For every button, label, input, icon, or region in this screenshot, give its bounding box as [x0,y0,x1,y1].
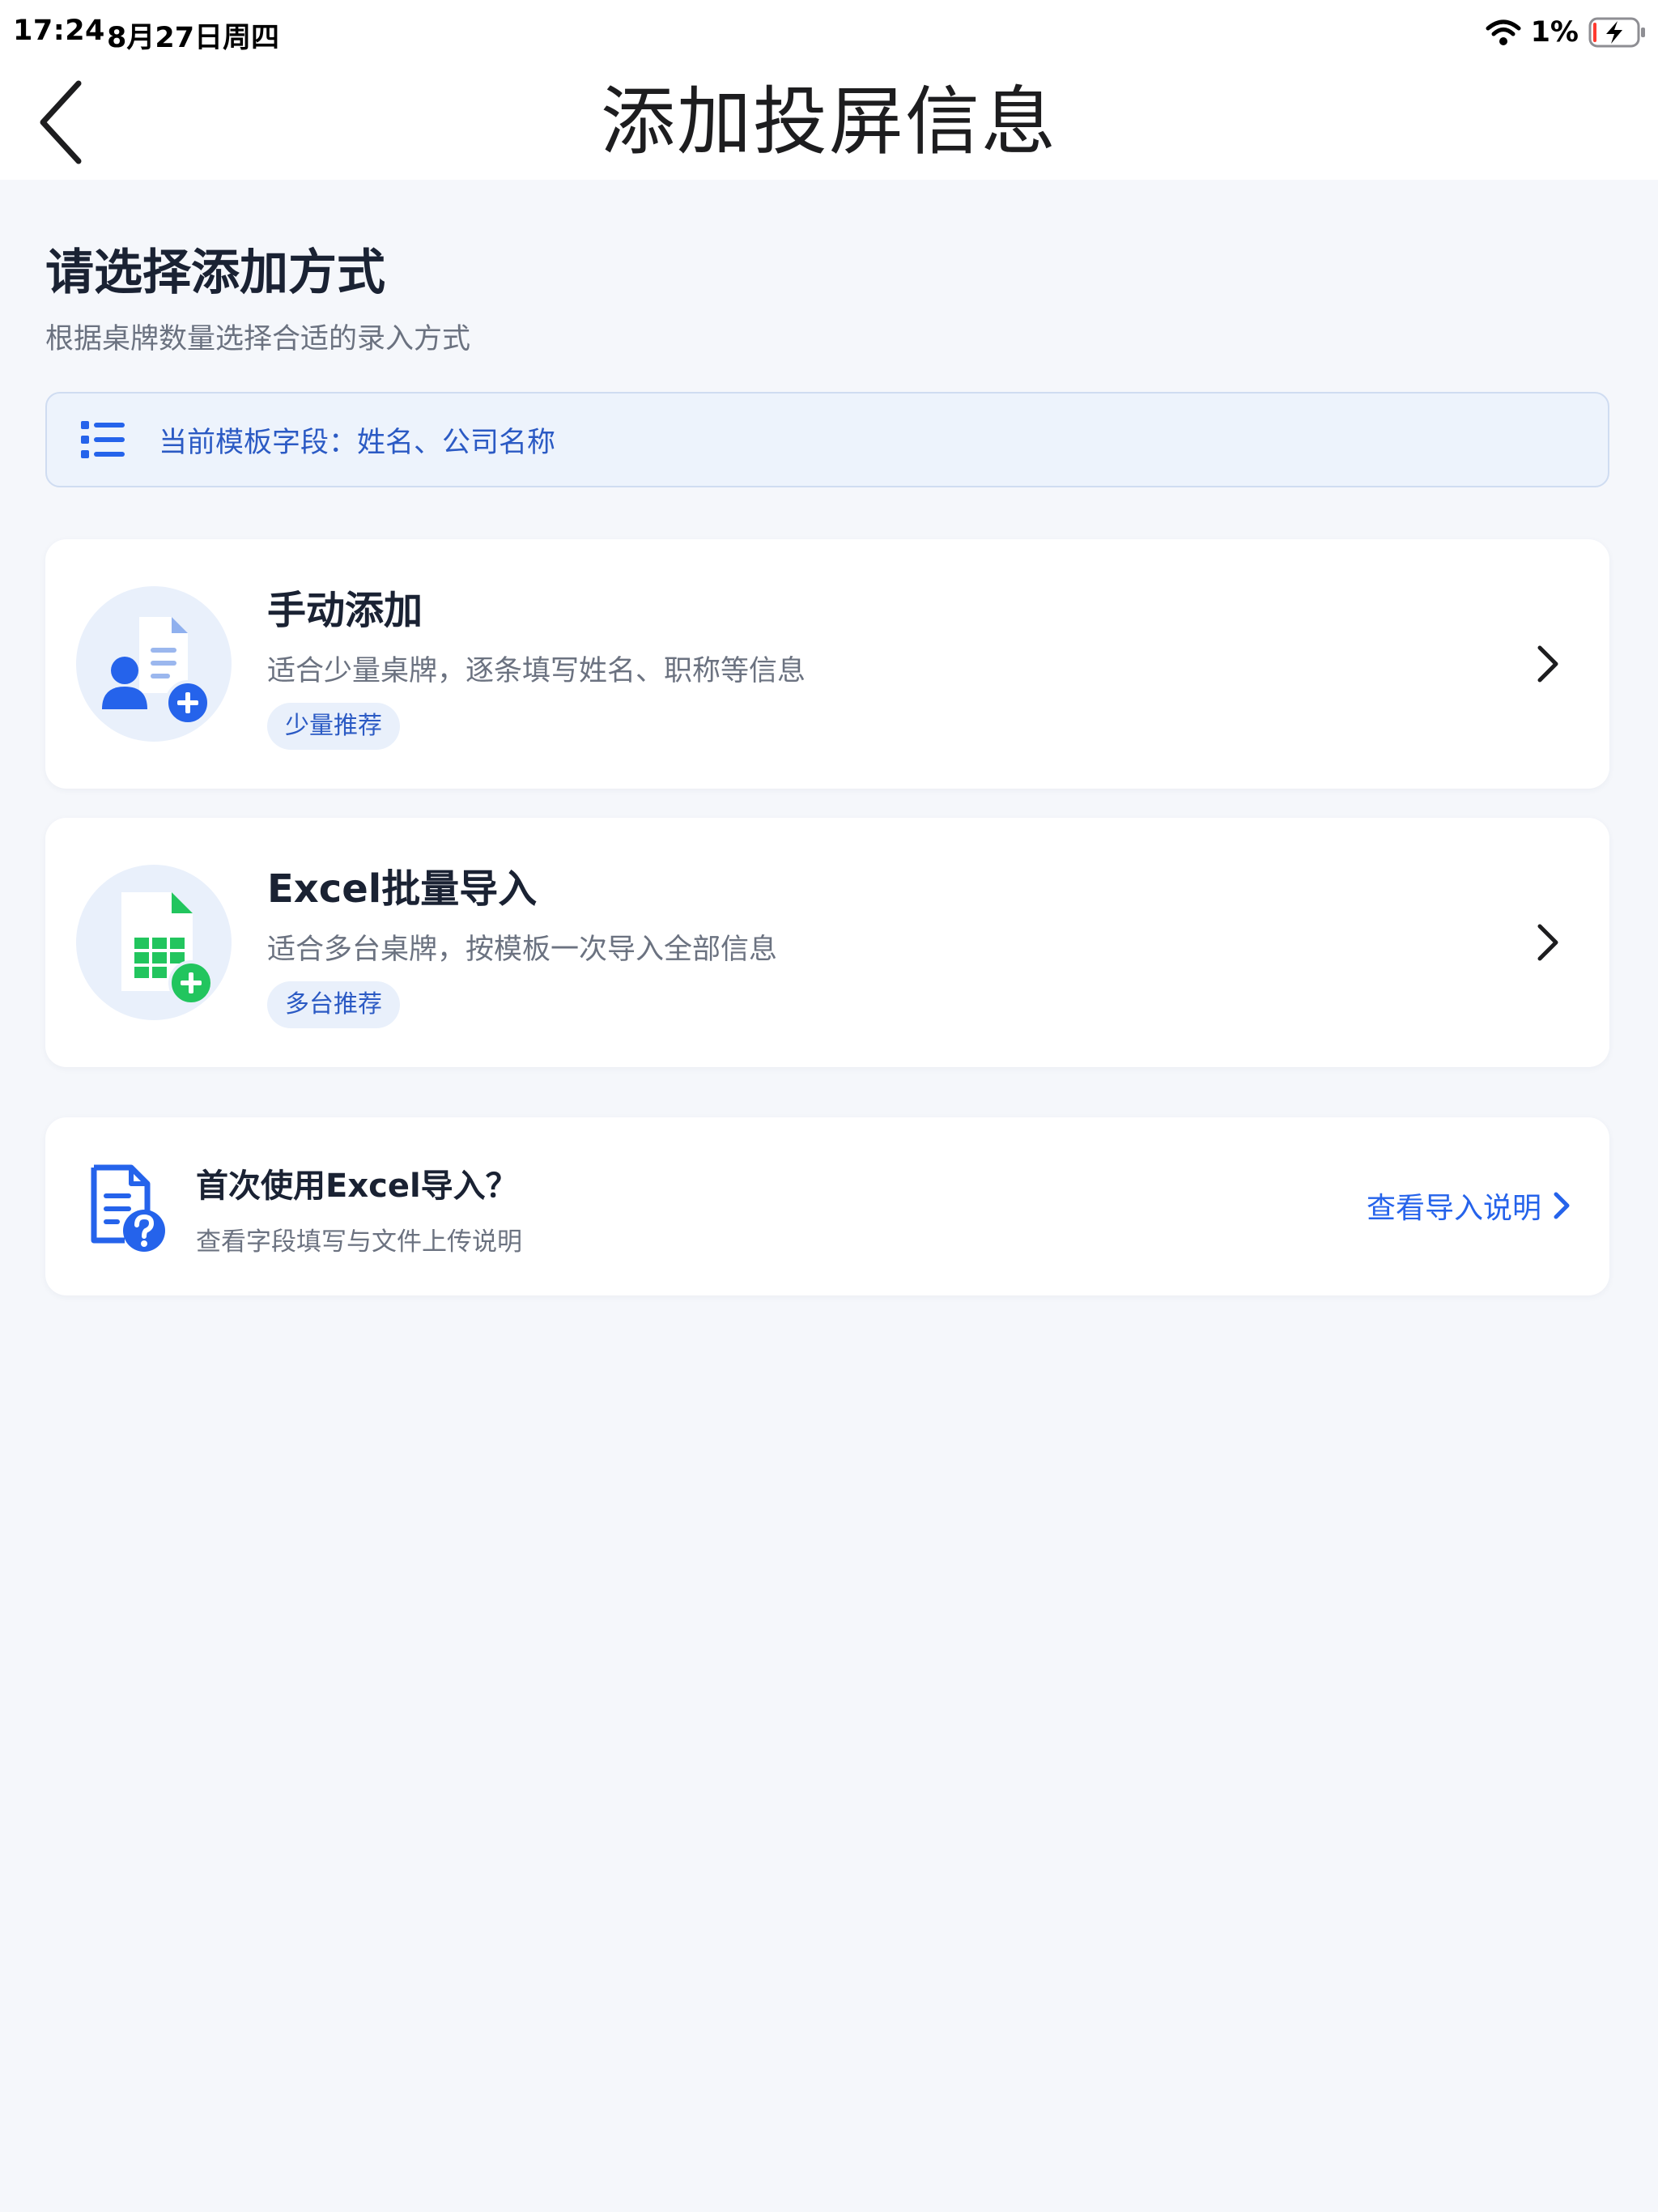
battery-percentage: 1% [1530,16,1579,49]
chevron-right-icon [1554,1192,1570,1219]
add-person-document-icon [76,586,232,742]
view-import-guide-link[interactable]: 查看导入说明 [1367,1177,1571,1234]
page-title: 添加投屏信息 [600,79,1057,165]
section-subtitle: 根据桌牌数量选择合适的录入方式 [45,323,471,355]
status-indicators: 1% [1486,13,1647,52]
back-button[interactable] [24,78,97,167]
status-bar: 17:24 8月27日周四 1% [0,0,1658,65]
excel-help-card: 首次使用Excel导入？ 查看字段填写与文件上传说明 查看导入说明 [45,1117,1609,1295]
help-description: 查看字段填写与文件上传说明 [196,1227,522,1257]
chevron-left-icon [40,80,82,164]
recommend-badge: 少量推荐 [267,703,400,750]
help-title: 首次使用Excel导入？ [196,1168,518,1205]
wifi-icon [1486,19,1521,45]
section-title: 请选择添加方式 [45,245,385,301]
template-fields-text: 当前模板字段：姓名、公司名称 [159,426,556,459]
option-description: 适合少量桌牌，逐条填写姓名、职称等信息 [267,655,806,687]
list-icon [81,419,125,460]
spreadsheet-add-icon [76,865,232,1020]
option-title: 手动添加 [267,588,423,633]
chevron-right-icon [1524,635,1572,693]
recommend-badge: 多台推荐 [267,981,400,1028]
option-description: 适合多台桌牌，按模板一次导入全部信息 [267,934,778,966]
option-title: Excel批量导入 [267,866,538,912]
status-date: 8月27日周四 [107,22,280,54]
document-question-icon [87,1164,168,1253]
status-time: 17:24 [13,15,105,47]
chevron-right-icon [1524,913,1572,972]
view-import-guide-label: 查看导入说明 [1366,1192,1541,1225]
battery-charging-icon [1588,17,1645,48]
template-fields-banner: 当前模板字段：姓名、公司名称 [45,392,1609,487]
navigation-bar: 添加投屏信息 [0,65,1658,180]
excel-import-option[interactable]: Excel批量导入 适合多台桌牌，按模板一次导入全部信息 多台推荐 [45,818,1609,1067]
manual-add-option[interactable]: 手动添加 适合少量桌牌，逐条填写姓名、职称等信息 少量推荐 [45,539,1609,789]
